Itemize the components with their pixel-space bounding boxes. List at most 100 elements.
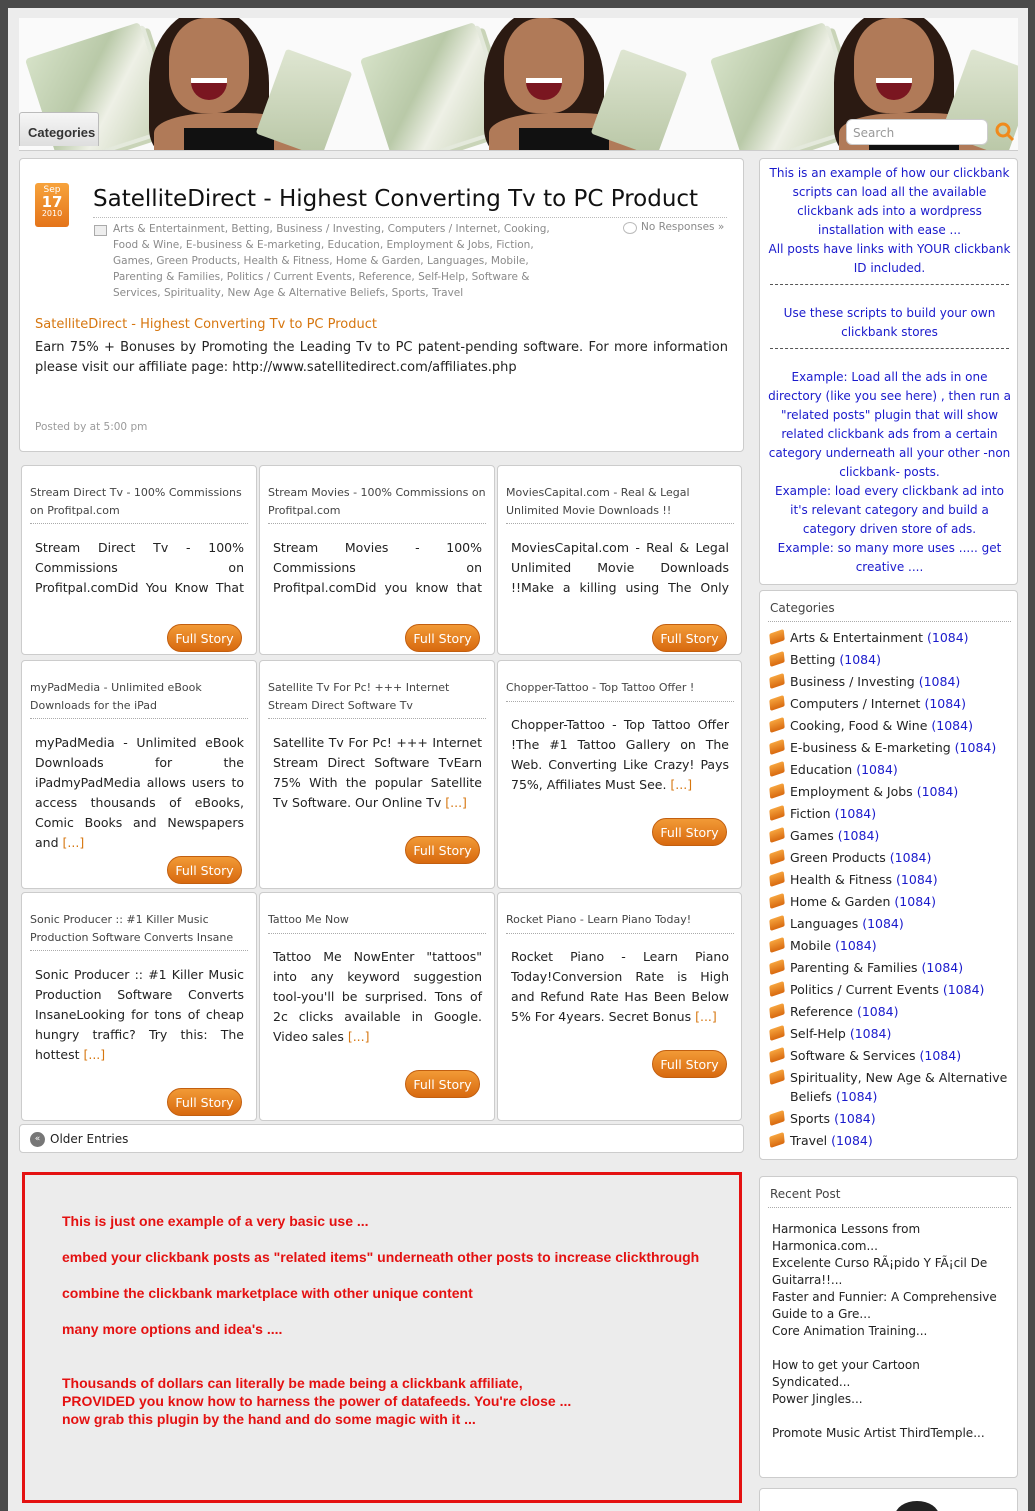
category-item[interactable]: Games (1084) (769, 826, 1010, 845)
post-title[interactable]: SatelliteDirect - Highest Converting Tv … (93, 186, 698, 212)
category-item[interactable]: Education (1084) (769, 760, 1010, 779)
category-item[interactable]: Business / Investing (1084) (769, 672, 1010, 691)
category-name[interactable]: Fiction (790, 806, 831, 821)
tag-icon (769, 1024, 785, 1042)
full-story-button[interactable]: Full Story (652, 624, 727, 652)
full-story-button[interactable]: Full Story (405, 836, 480, 864)
category-item[interactable]: Employment & Jobs (1084) (769, 782, 1010, 801)
category-item[interactable]: Politics / Current Events (1084) (769, 980, 1010, 999)
post-card: Stream Movies - 100% Commissions on Prof… (259, 465, 495, 655)
categories-widget: Categories Arts & Entertainment (1084) Be… (759, 590, 1018, 1160)
category-item[interactable]: Parenting & Families (1084) (769, 958, 1010, 977)
full-story-button[interactable]: Full Story (652, 1050, 727, 1078)
info-widget: This is an example of how our clickbank … (759, 158, 1018, 585)
full-story-button[interactable]: Full Story (652, 818, 727, 846)
recent-post-link[interactable]: How to get your Cartoon Syndicated... (772, 1357, 1002, 1391)
card-title[interactable]: Stream Direct Tv - 100% Commissions on P… (30, 484, 248, 520)
divider (770, 348, 1009, 349)
category-name[interactable]: Self-Help (790, 1026, 846, 1041)
date-badge: Sep 17 2010 (35, 183, 69, 227)
tag-icon (769, 826, 785, 844)
card-title[interactable]: Stream Movies - 100% Commissions on Prof… (268, 484, 486, 520)
category-name[interactable]: Reference (790, 1004, 853, 1019)
category-name[interactable]: Arts & Entertainment (790, 630, 923, 645)
category-name[interactable]: Computers / Internet (790, 696, 920, 711)
category-item[interactable]: Self-Help (1084) (769, 1024, 1010, 1043)
category-count: (1084) (839, 652, 881, 667)
category-name[interactable]: Home & Garden (790, 894, 890, 909)
category-count: (1084) (942, 982, 985, 997)
category-name[interactable]: Betting (790, 652, 835, 667)
card-title[interactable]: myPadMedia - Unlimited eBook Downloads f… (30, 679, 248, 715)
recent-post-link[interactable]: Faster and Funnier: A Comprehensive Guid… (772, 1289, 1002, 1323)
card-excerpt: Stream Direct Tv - 100% Commissions on P… (35, 540, 244, 595)
category-name[interactable]: Sports (790, 1111, 830, 1126)
category-item[interactable]: Fiction (1084) (769, 804, 1010, 823)
card-title[interactable]: Chopper-Tattoo - Top Tattoo Offer ! (506, 679, 738, 697)
category-item[interactable]: Cooking, Food & Wine (1084) (769, 716, 1010, 735)
category-item[interactable]: Spirituality, New Age & Alternative Beli… (769, 1068, 1010, 1106)
category-name[interactable]: Travel (790, 1133, 827, 1148)
category-item[interactable]: Mobile (1084) (769, 936, 1010, 955)
category-item[interactable]: Arts & Entertainment (1084) (769, 628, 1010, 647)
category-name[interactable]: Politics / Current Events (790, 982, 939, 997)
category-item[interactable]: Reference (1084) (769, 1002, 1010, 1021)
promo-line: This is just one example of a very basic… (62, 1213, 369, 1229)
category-item[interactable]: Computers / Internet (1084) (769, 694, 1010, 713)
post-categories[interactable]: Arts & Entertainment, Betting, Business … (113, 221, 563, 301)
full-story-button[interactable]: Full Story (167, 1088, 242, 1116)
recent-post-link[interactable]: Core Animation Training... (772, 1323, 1002, 1340)
category-name[interactable]: Health & Fitness (790, 872, 892, 887)
category-name[interactable]: Parenting & Families (790, 960, 918, 975)
search-input[interactable]: Search (846, 119, 988, 145)
category-name[interactable]: Cooking, Food & Wine (790, 718, 927, 733)
info-text: Example: so many more uses ..... get cre… (777, 541, 1002, 574)
post-card: Rocket Piano - Learn Piano Today! Rocket… (497, 892, 742, 1121)
category-item[interactable]: Sports (1084) (769, 1109, 1010, 1128)
card-title[interactable]: Satellite Tv For Pc! +++ Internet Stream… (268, 679, 486, 715)
category-item[interactable]: Travel (1084) (769, 1131, 1010, 1150)
search-icon[interactable] (994, 121, 1016, 143)
bottom-widget (759, 1488, 1018, 1511)
card-title[interactable]: Sonic Producer :: #1 Killer Music Produc… (30, 911, 248, 947)
post-card: Tattoo Me Now Tattoo Me NowEnter "tattoo… (259, 892, 495, 1121)
category-name[interactable]: Mobile (790, 938, 831, 953)
older-entries-link[interactable]: Older Entries (50, 1132, 128, 1146)
category-name[interactable]: Employment & Jobs (790, 784, 913, 799)
category-item[interactable]: Software & Services (1084) (769, 1046, 1010, 1065)
category-item[interactable]: E-business & E-marketing (1084) (769, 738, 1010, 757)
recent-post-link[interactable]: Power Jingles... (772, 1391, 1002, 1408)
category-item[interactable]: Languages (1084) (769, 914, 1010, 933)
category-count: (1084) (831, 1133, 873, 1148)
category-item[interactable]: Health & Fitness (1084) (769, 870, 1010, 889)
post-subtitle[interactable]: SatelliteDirect - Highest Converting Tv … (35, 317, 377, 332)
full-story-button[interactable]: Full Story (405, 624, 480, 652)
category-item[interactable]: Home & Garden (1084) (769, 892, 1010, 911)
full-story-button[interactable]: Full Story (167, 856, 242, 884)
category-item[interactable]: Green Products (1084) (769, 848, 1010, 867)
tag-icon (769, 958, 785, 976)
category-name[interactable]: Green Products (790, 850, 886, 865)
recent-post-link[interactable]: Excelente Curso RÃ¡pido Y FÃ¡cil De Guit… (772, 1255, 1002, 1289)
info-text: All posts have links with YOUR clickbank… (768, 242, 1011, 275)
full-story-button[interactable]: Full Story (167, 624, 242, 652)
categories-tab[interactable]: Categories (19, 112, 99, 146)
category-name[interactable]: Spirituality, New Age & Alternative Beli… (790, 1070, 1007, 1104)
responses-link[interactable]: No Responses » (641, 221, 724, 233)
category-name[interactable]: Software & Services (790, 1048, 916, 1063)
full-story-button[interactable]: Full Story (405, 1070, 480, 1098)
tag-icon (769, 892, 785, 910)
card-title[interactable]: MoviesCapital.com - Real & Legal Unlimit… (506, 484, 738, 520)
tag-icon (769, 1046, 785, 1064)
category-name[interactable]: Business / Investing (790, 674, 915, 689)
card-title[interactable]: Rocket Piano - Learn Piano Today! (506, 911, 738, 929)
category-name[interactable]: Games (790, 828, 834, 843)
category-name[interactable]: E-business & E-marketing (790, 740, 951, 755)
category-name[interactable]: Languages (790, 916, 858, 931)
double-arrow-left-icon[interactable]: « (30, 1132, 45, 1147)
recent-post-link[interactable]: Harmonica Lessons from Harmonica.com... (772, 1221, 1002, 1255)
card-title[interactable]: Tattoo Me Now (268, 911, 486, 929)
category-name[interactable]: Education (790, 762, 852, 777)
category-item[interactable]: Betting (1084) (769, 650, 1010, 669)
recent-post-link[interactable]: Promote Music Artist ThirdTemple... (772, 1425, 1002, 1442)
